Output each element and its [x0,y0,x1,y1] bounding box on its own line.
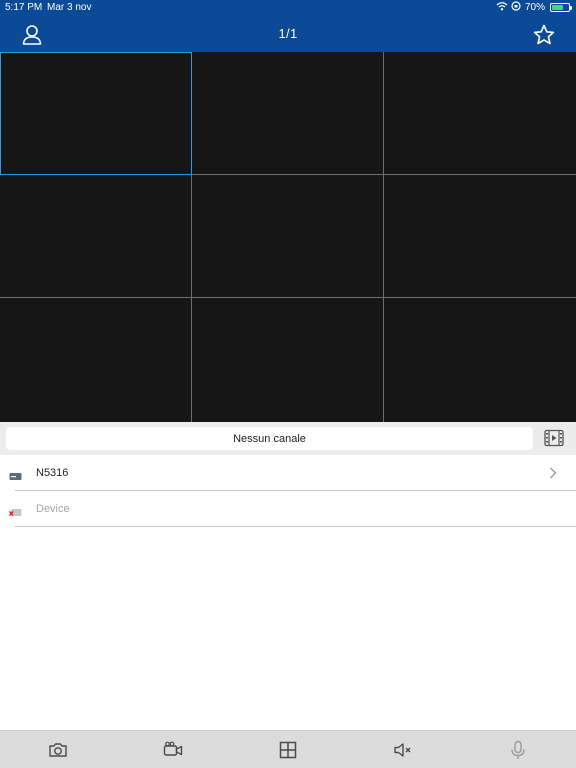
video-cell-4[interactable] [0,175,192,298]
channel-label: Nessun canale [233,432,306,445]
video-grid [0,52,576,422]
battery-fill [552,5,563,10]
channel-bar: Nessun canale [0,422,576,455]
video-cell-2[interactable] [192,52,384,175]
film-icon[interactable] [544,429,564,447]
video-cell-8[interactable] [192,298,384,422]
channel-selector[interactable]: Nessun canale [6,427,533,450]
device-row-device[interactable]: Device [0,491,576,527]
video-cell-5[interactable] [192,175,384,298]
mute-icon[interactable] [392,739,414,761]
video-cell-6[interactable] [384,175,576,298]
video-record-icon[interactable] [162,739,184,761]
nav-bar: 1/1 [0,16,576,52]
device-list: N5316 Device [0,455,576,527]
status-bar: 5:17 PM Mar 3 nov 70% [0,0,576,16]
video-cell-3[interactable] [384,52,576,175]
wifi-icon [496,1,508,14]
device-name: N5316 [36,467,69,479]
chevron-right-icon [548,466,558,480]
battery-percent: 70% [524,2,545,13]
video-cell-1[interactable] [0,52,192,175]
status-right: 70% [496,1,572,14]
device-row-n5316[interactable]: N5316 [0,455,576,491]
top-bar: 5:17 PM Mar 3 nov 70% 1/1 [0,0,576,52]
status-time: 5:17 PM [5,2,43,13]
camera-icon[interactable] [47,739,69,761]
bottom-toolbar [0,730,576,768]
orientation-lock-icon [511,1,521,14]
star-icon[interactable] [532,23,556,47]
page-indicator: 1/1 [278,26,298,41]
battery-charging-icon [550,3,572,12]
device-name: Device [36,503,70,515]
status-date: Mar 3 nov [47,2,92,13]
video-cell-7[interactable] [0,298,192,422]
dvr-icon [9,468,22,480]
microphone-icon[interactable] [507,739,529,761]
grid-layout-icon[interactable] [277,739,299,761]
dvr-offline-icon [8,504,22,516]
video-cell-9[interactable] [384,298,576,422]
